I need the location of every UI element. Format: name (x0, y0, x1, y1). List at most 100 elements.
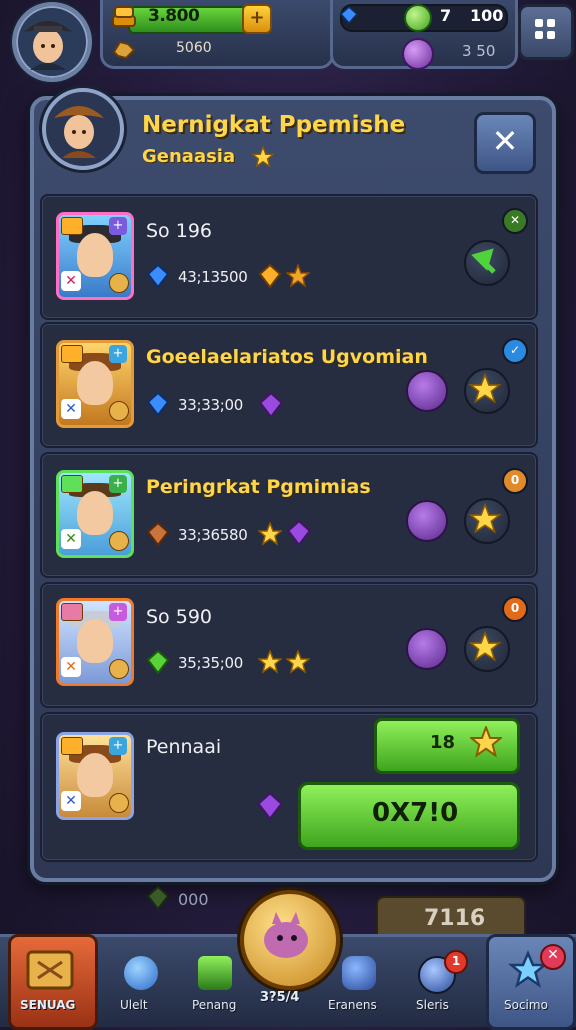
star-icon (258, 650, 282, 674)
purple-gem-icon (258, 392, 284, 418)
notification-badge: 1 (444, 950, 468, 974)
card-badge-icon (61, 475, 83, 493)
star-icon (468, 502, 502, 534)
detective-portrait-icon (24, 21, 72, 70)
close-badge-icon[interactable]: ✕ (540, 944, 566, 970)
row-name: So 196 (146, 220, 212, 242)
row-name: Goeelaelariatos Ugvomian (146, 346, 428, 368)
green-gem-icon (146, 886, 170, 910)
star-icon (286, 264, 310, 288)
center-hero-button[interactable] (240, 890, 340, 990)
star-icon (258, 522, 282, 546)
add-gold-button[interactable]: + (242, 4, 272, 34)
claim-button[interactable] (464, 240, 510, 286)
character-card: + ✕ (56, 598, 134, 686)
status-tag: ✓ (502, 338, 528, 364)
blue-gem-icon (340, 6, 358, 24)
background-value: 000 (178, 890, 209, 909)
arrow-icon (471, 248, 496, 274)
card-badge-icon (61, 217, 83, 235)
x-mark-icon: ✕ (61, 791, 81, 811)
purple-coin-icon (402, 38, 434, 70)
background-number: 7116 (424, 906, 486, 931)
nav-item-label: Penang (192, 998, 237, 1012)
character-card: + ✕ (56, 732, 134, 820)
face-shape (77, 619, 113, 663)
nav-item-label: Ulelt (120, 998, 148, 1012)
green-gem-icon (146, 650, 170, 674)
close-button[interactable]: ✕ (474, 112, 536, 174)
x-mark-icon: ✕ (61, 657, 81, 677)
coin-icon (109, 401, 129, 421)
stat-a: 7 (440, 6, 452, 25)
creature-icon (264, 912, 308, 958)
card-badge-icon (61, 603, 83, 621)
row-value: 43;13500 (178, 268, 248, 286)
chest-button[interactable] (406, 500, 448, 542)
coin-icon (109, 793, 129, 813)
face-shape (77, 233, 113, 277)
star-button[interactable] (464, 626, 510, 672)
coin-icon (109, 273, 129, 293)
purple-gem-icon (256, 792, 284, 820)
green-check-icon (404, 4, 432, 32)
status-tag: 0 (502, 468, 528, 494)
star-icon (468, 630, 502, 662)
grid-menu-icon (535, 19, 555, 39)
gold-amount: 3.800 (148, 6, 200, 26)
purple-gem-icon (286, 520, 312, 546)
row-name: Pennaai (146, 736, 222, 758)
star-icon (286, 650, 310, 674)
x-mark-icon: ✕ (61, 399, 81, 419)
shield-icon[interactable] (124, 956, 158, 990)
nav-center-label: 3?5/4 (260, 990, 300, 1005)
gold-stack-icon (112, 6, 136, 27)
coin-icon (109, 659, 129, 679)
gold-gem-icon (258, 264, 282, 288)
character-card: + ✕ (56, 470, 134, 558)
character-card: + ✕ (56, 340, 134, 428)
star-button[interactable] (464, 498, 510, 544)
map-icon (26, 950, 74, 990)
character-card: + ✕ (56, 212, 134, 300)
star-cost-value: 18 (430, 732, 456, 753)
x-mark-icon: ✕ (61, 529, 81, 549)
dialog-title: Nernigkat Ppemishe (142, 112, 406, 138)
nav-right-label: Socimo (504, 998, 548, 1012)
card-badge-icon (61, 737, 83, 755)
confirm-button-label: 0X7!0 (372, 798, 459, 828)
x-mark-icon: ✕ (61, 271, 81, 291)
puzzle-icon[interactable] (342, 956, 376, 990)
status-tag: 0 (502, 596, 528, 622)
plus-icon: + (109, 603, 127, 621)
chest-button[interactable] (406, 370, 448, 412)
star-button[interactable] (464, 368, 510, 414)
star-icon (468, 372, 502, 404)
star-icon (252, 146, 274, 168)
dialog-avatar (42, 88, 124, 170)
status-tag: ✕ (502, 208, 528, 234)
gold-nugget-icon (112, 40, 136, 60)
stat-c: 3 50 (462, 42, 496, 60)
row-value: 33;33;00 (178, 396, 243, 414)
row-name: Peringrkat Pgmimias (146, 476, 371, 498)
nav-item-label: Sleris (416, 998, 449, 1012)
secondary-amount: 5060 (176, 40, 212, 56)
star-icon (470, 726, 502, 758)
plus-icon: + (109, 475, 127, 493)
copper-gem-icon (146, 522, 170, 546)
gem-box-icon[interactable] (198, 956, 232, 990)
plus-icon: + (109, 345, 127, 363)
nav-left-label: SENUAG (20, 998, 76, 1012)
adventurer-portrait-icon (54, 106, 104, 158)
plus-icon: + (109, 217, 127, 235)
face-shape (77, 491, 113, 535)
blue-gem-icon (146, 264, 170, 288)
plus-icon: + (109, 737, 127, 755)
stat-b: 100 (470, 6, 504, 25)
nav-item-label: Eranens (328, 998, 377, 1012)
chest-button[interactable] (406, 628, 448, 670)
player-avatar[interactable] (12, 2, 92, 82)
coin-icon (109, 531, 129, 551)
row-name: So 590 (146, 606, 212, 628)
